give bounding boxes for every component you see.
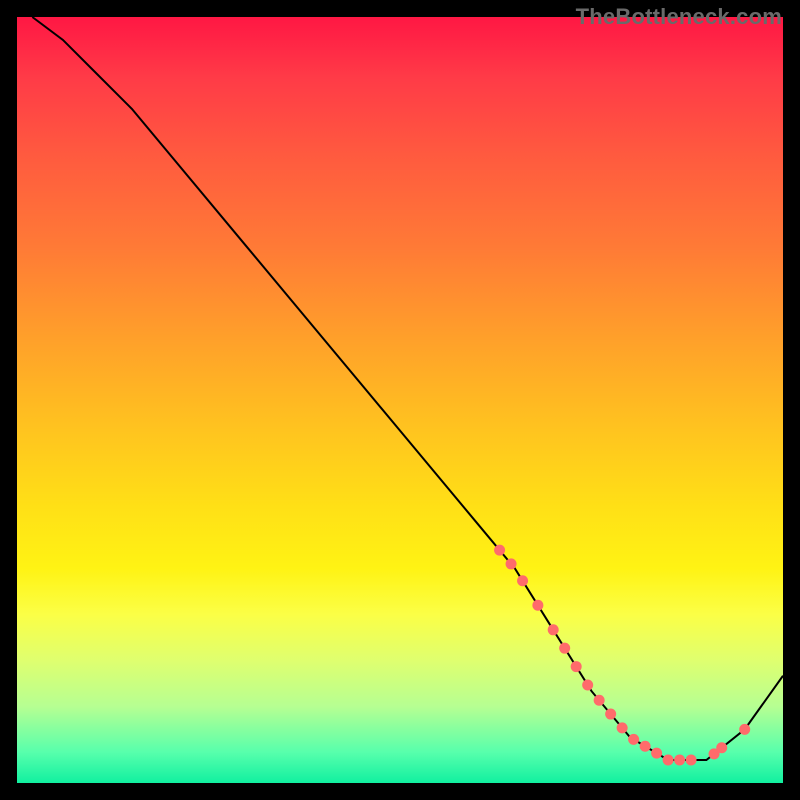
data-point-marker [506, 558, 517, 569]
bottleneck-curve [32, 17, 783, 760]
data-point-marker [517, 575, 528, 586]
data-point-marker [663, 755, 674, 766]
data-point-marker [651, 748, 662, 759]
data-point-marker [559, 643, 570, 654]
marker-group [494, 545, 750, 766]
data-point-marker [494, 545, 505, 556]
data-point-marker [605, 709, 616, 720]
data-point-marker [640, 741, 651, 752]
data-point-marker [582, 679, 593, 690]
data-point-marker [594, 695, 605, 706]
data-point-marker [716, 742, 727, 753]
data-point-marker [548, 624, 559, 635]
data-point-marker [739, 724, 750, 735]
data-point-marker [686, 755, 697, 766]
data-point-marker [674, 755, 685, 766]
data-point-marker [617, 722, 628, 733]
chart-frame: TheBottleneck.com [0, 0, 800, 800]
data-point-marker [532, 600, 543, 611]
data-point-marker [628, 734, 639, 745]
chart-svg [17, 17, 783, 783]
data-point-marker [571, 661, 582, 672]
